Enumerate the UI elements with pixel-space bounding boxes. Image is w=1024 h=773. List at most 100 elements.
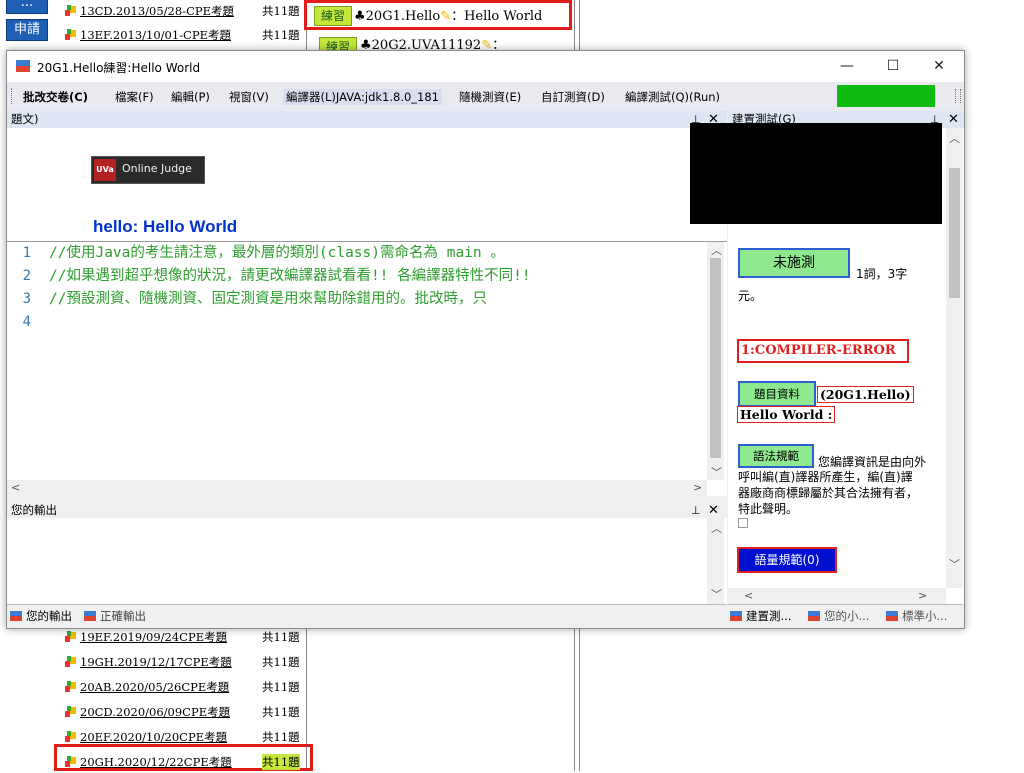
menu-compiler[interactable]: 編譯器(L)JAVA:jdk1.8.0_181 xyxy=(283,89,442,105)
syntax-note-line: 器廠商商標歸屬於其合法擁有者， xyxy=(738,486,919,500)
tab-your-small[interactable]: 您的小... xyxy=(808,608,869,624)
build-hscrollbar[interactable]: < > xyxy=(728,588,946,604)
problem-content: UVa Online Judge hello: Hello World xyxy=(7,128,727,241)
code-line[interactable] xyxy=(49,311,705,334)
list-item[interactable]: 13CD.2013/05/28-CPE考題 共11題 xyxy=(62,0,307,22)
scroll-down-icon[interactable]: ﹀ xyxy=(711,464,722,480)
output-tabs: 您的輸出 正確輸出 xyxy=(7,604,727,627)
editor-horizontal-scrollbar[interactable]: < > xyxy=(7,480,707,496)
tab-standard-small[interactable]: 標準小... xyxy=(886,608,947,624)
close-button[interactable]: ✕ xyxy=(916,51,962,82)
line-number: 1 xyxy=(22,245,31,261)
list-item[interactable]: 19GH.2019/12/17CPE考題 共11題 xyxy=(62,651,307,673)
practice-item[interactable]: ♣20G1.Hello✎：Hello World xyxy=(354,5,542,24)
problem-heading: hello: Hello World xyxy=(93,217,238,236)
code-line[interactable]: //預設測資、隨機測資、固定測資是用來幫助除錯用的。批改時，只 xyxy=(49,288,705,311)
scroll-right-icon[interactable]: > xyxy=(693,481,702,494)
output-scrollbar[interactable]: ︿ ﹀ xyxy=(707,518,724,604)
list-item[interactable]: 13EF.2013/10/01-CPE考題 共11題 xyxy=(62,24,307,46)
person-icon: ♣ xyxy=(354,9,366,24)
window-title: 20G1.Hello練習:Hello World xyxy=(37,61,201,75)
menu-edit[interactable]: 編輯(P) xyxy=(171,89,210,105)
code-editor[interactable]: 1 2 3 4 //使用Java的考生請注意，最外層的類別(class)需命名為… xyxy=(7,241,727,496)
menu-submit[interactable]: 批改交卷(C) xyxy=(23,89,88,105)
editor-vertical-scrollbar[interactable]: ︿ ﹀ xyxy=(707,242,724,480)
list-item[interactable]: 19EF.2019/09/24CPE考題 共11題 xyxy=(62,626,307,648)
compiler-error-label[interactable]: 1:COMPILER-ERROR xyxy=(737,339,909,363)
exam-link[interactable]: 20CD.2020/06/09CPE考題 xyxy=(80,704,230,720)
uva-logo-tag: UVa xyxy=(94,159,116,181)
menu-file[interactable]: 檔案(F) xyxy=(115,89,154,105)
close-icon[interactable]: ✕ xyxy=(708,502,719,519)
scroll-left-icon[interactable]: < xyxy=(744,589,753,602)
menu-custom-data[interactable]: 自訂測資(D) xyxy=(541,89,605,105)
list-item[interactable]: 20CD.2020/06/09CPE考題 共11題 xyxy=(62,701,307,723)
problem-info-button[interactable]: 題目資料 xyxy=(738,381,816,407)
scroll-down-icon[interactable]: ﹀ xyxy=(711,586,722,602)
title-bar: 20G1.Hello練習:Hello World — ☐ ✕ xyxy=(7,51,964,82)
exam-link[interactable]: 13EF.2013/10/01-CPE考題 xyxy=(80,27,231,43)
tab-correct-output[interactable]: 正確輸出 xyxy=(84,608,146,624)
scroll-up-icon[interactable]: ︿ xyxy=(711,520,722,536)
pencil-icon: ✎ xyxy=(440,9,452,24)
apply-tag-button[interactable]: 申請 xyxy=(6,19,48,41)
toolbar-grip[interactable] xyxy=(11,88,15,104)
status-suffix-2: 元。 xyxy=(738,289,763,303)
tag-button[interactable]: ... xyxy=(6,0,48,14)
code-text[interactable]: //使用Java的考生請注意，最外層的類別(class)需命名為 main 。 … xyxy=(49,242,705,480)
problem-pane-header: 題文) ⊥ ✕ xyxy=(7,111,727,128)
pane-icon xyxy=(808,611,820,621)
scroll-up-icon[interactable]: ︿ xyxy=(711,242,722,258)
scroll-left-icon[interactable]: < xyxy=(11,481,20,494)
exam-link[interactable]: 20GH.2020/12/22CPE考題 xyxy=(80,754,232,770)
scroll-up-icon[interactable]: ︿ xyxy=(949,130,960,146)
toolbar-overflow[interactable] xyxy=(955,89,961,103)
practice-badge: 練習 xyxy=(314,6,352,26)
pin-icon[interactable]: ⊥ xyxy=(691,502,701,519)
maximize-button[interactable]: ☐ xyxy=(870,51,916,82)
exam-link[interactable]: 19EF.2019/09/24CPE考題 xyxy=(80,629,227,645)
scroll-thumb[interactable] xyxy=(710,258,721,458)
code-line[interactable]: //使用Java的考生請注意，最外層的類別(class)需命名為 main 。 xyxy=(49,242,705,265)
scroll-right-icon[interactable]: > xyxy=(918,589,927,602)
app-icon xyxy=(16,60,30,72)
build-tabs: 建置測... 您的小... 標準小... xyxy=(728,604,963,627)
pane-icon xyxy=(10,611,22,621)
problem-id: (20G1.Hello) xyxy=(817,386,914,403)
tab-build-test[interactable]: 建置測... xyxy=(730,608,791,624)
build-scrollbar[interactable]: ︿ ﹀ xyxy=(946,128,963,588)
question-count: 共11題 xyxy=(262,28,300,42)
flag-icon xyxy=(65,656,76,667)
status-suffix: 1詞，3字 xyxy=(856,267,908,281)
line-number: 4 xyxy=(22,314,31,330)
question-count: 共11題 xyxy=(262,680,300,694)
list-item[interactable]: 20AB.2020/05/26CPE考題 共11題 xyxy=(62,676,307,698)
syntax-rules-button[interactable]: 語法規範 xyxy=(738,444,814,468)
status-button[interactable]: 未施測 xyxy=(738,248,850,278)
question-count: 共11題 xyxy=(262,705,300,719)
syntax-note-line: 特此聲明。 xyxy=(738,502,799,516)
exam-link[interactable]: 20AB.2020/05/26CPE考題 xyxy=(80,679,229,695)
minimize-button[interactable]: — xyxy=(824,51,870,82)
menu-compile-run[interactable]: 編譯測試(Q)(Run) xyxy=(625,89,720,105)
flag-icon xyxy=(65,756,76,767)
exam-link[interactable]: 19GH.2019/12/17CPE考題 xyxy=(80,654,232,670)
menu-random-data[interactable]: 隨機測資(E) xyxy=(459,89,521,105)
exam-link[interactable]: 13CD.2013/05/28-CPE考題 xyxy=(80,3,234,19)
scroll-down-icon[interactable]: ﹀ xyxy=(949,556,960,572)
list-item[interactable]: 20GH.2020/12/22CPE考題 共11題 xyxy=(62,751,307,773)
practice-list: 練習 ♣20G1.Hello✎：Hello World 練習 ♣20G2.UVA… xyxy=(304,0,574,57)
tab-your-output[interactable]: 您的輸出 xyxy=(10,608,72,624)
question-count: 共11題 xyxy=(262,630,300,644)
checkbox[interactable] xyxy=(738,518,748,528)
output-area[interactable]: ︿ ﹀ xyxy=(7,518,727,604)
scroll-thumb[interactable] xyxy=(949,168,960,298)
exam-link[interactable]: 20EF.2020/10/20CPE考題 xyxy=(80,729,227,745)
uva-logo-text: Online Judge xyxy=(122,162,192,175)
quality-rules-button[interactable]: 語量規範(0) xyxy=(737,547,837,573)
problem-title: Hello World : xyxy=(737,406,836,423)
code-line[interactable]: //如果遇到超乎想像的狀況，請更改編譯器試看看!! 各編譯器特性不同!! xyxy=(49,265,705,288)
menu-view[interactable]: 視窗(V) xyxy=(229,89,269,105)
question-count: 共11題 xyxy=(262,754,300,770)
close-icon[interactable]: ✕ xyxy=(948,111,959,128)
